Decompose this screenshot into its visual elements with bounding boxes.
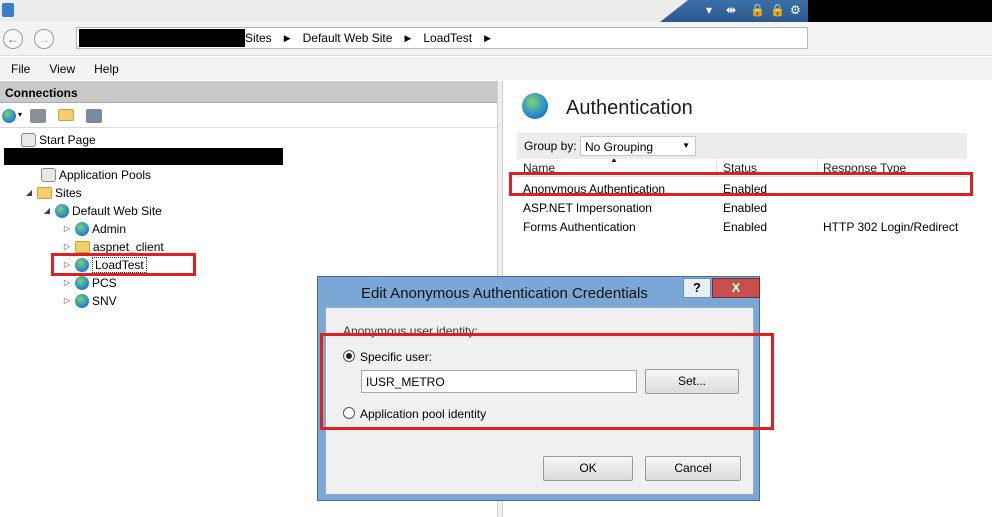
group-by-select[interactable]: No Grouping ▼ xyxy=(580,136,696,156)
table-row[interactable]: ASP.NET Impersonation Enabled xyxy=(517,198,967,217)
tree-admin[interactable]: ▷ Admin xyxy=(62,220,126,237)
close-button[interactable]: X xyxy=(712,278,760,298)
collapsed-icon[interactable]: ▷ xyxy=(62,224,72,233)
network-icon[interactable]: ⇹ xyxy=(726,3,736,17)
chevron-down-icon: ▼ xyxy=(682,141,690,150)
menu-help[interactable]: Help xyxy=(94,62,119,76)
redacted-server-node xyxy=(4,148,283,165)
address-box[interactable]: Sites ▶ Default Web Site ▶ LoadTest ▶ xyxy=(76,27,808,49)
connections-toolbar: ▾ xyxy=(0,104,497,128)
tree-label: Admin xyxy=(92,221,127,236)
group-by-label: Group by: xyxy=(524,139,577,153)
row-status: Enabled xyxy=(723,201,768,215)
app-pools-icon xyxy=(41,167,56,182)
group-by-value: No Grouping xyxy=(585,140,654,154)
sort-ascending-icon: ▲ xyxy=(610,159,618,164)
chevron-right-icon[interactable]: ▶ xyxy=(484,33,491,44)
menu-view[interactable]: View xyxy=(49,62,75,76)
iis-app-icon xyxy=(2,3,14,17)
anonymous-auth-highlight xyxy=(509,172,973,196)
row-status: Enabled xyxy=(723,220,768,234)
collapsed-icon[interactable]: ▷ xyxy=(62,278,72,287)
start-page-icon xyxy=(21,132,36,147)
crumb-sites[interactable]: Sites xyxy=(245,31,272,45)
globe-icon xyxy=(55,203,69,218)
tree-label: Default Web Site xyxy=(72,203,162,218)
chevron-down-icon[interactable]: ▾ xyxy=(18,110,22,119)
lock-icon-2[interactable]: 🔒 xyxy=(770,3,785,17)
dialog-title: Edit Anonymous Authentication Credential… xyxy=(361,285,648,302)
menu-file[interactable]: File xyxy=(11,62,30,76)
crumb-loadtest[interactable]: LoadTest xyxy=(423,31,472,45)
expanded-icon[interactable]: ◢ xyxy=(24,188,34,197)
tree-label: Application Pools xyxy=(59,167,152,182)
globe-icon xyxy=(75,293,89,308)
page-title: Authentication xyxy=(566,97,693,119)
loadtest-highlight xyxy=(51,253,196,276)
authentication-icon xyxy=(522,93,548,119)
collapsed-icon[interactable]: ▷ xyxy=(62,296,72,305)
disconnect-icon[interactable] xyxy=(86,109,102,123)
globe-icon xyxy=(75,221,89,236)
tree-pcs[interactable]: ▷ PCS xyxy=(62,274,117,291)
forward-button[interactable]: → xyxy=(34,29,54,49)
globe-icon xyxy=(75,275,89,290)
title-bar: ▾ ⇹ 🔒 🔒 ⚙ xyxy=(0,0,992,36)
address-bar: ← → Sites ▶ Default Web Site ▶ LoadTest … xyxy=(0,22,992,56)
chevron-right-icon[interactable]: ▶ xyxy=(284,33,291,44)
tree-label: Sites xyxy=(55,185,82,200)
tree-label: SNV xyxy=(92,293,117,308)
back-button[interactable]: ← xyxy=(3,29,23,49)
redacted-server-name xyxy=(79,29,245,47)
help-button[interactable]: ? xyxy=(683,278,711,298)
tree-label: Start Page xyxy=(39,132,96,147)
table-row[interactable]: Forms Authentication Enabled HTTP 302 Lo… xyxy=(517,217,967,236)
tree-default-web-site[interactable]: ◢ Default Web Site xyxy=(42,202,162,219)
chevron-down-icon[interactable]: ▾ xyxy=(706,3,712,17)
row-response: HTTP 302 Login/Redirect xyxy=(823,220,959,234)
lock-icon[interactable]: 🔒 xyxy=(750,3,765,17)
expanded-icon[interactable]: ◢ xyxy=(42,206,52,215)
up-folder-icon[interactable] xyxy=(58,109,74,121)
connect-icon[interactable] xyxy=(2,109,16,123)
collapsed-icon[interactable]: ▷ xyxy=(62,242,72,251)
tree-sites[interactable]: ◢ Sites xyxy=(24,184,82,201)
chevron-right-icon[interactable]: ▶ xyxy=(404,33,411,44)
group-by-bar: Group by: No Grouping ▼ xyxy=(517,133,967,159)
ok-button[interactable]: OK xyxy=(543,456,633,481)
identity-highlight xyxy=(320,333,774,430)
save-icon[interactable] xyxy=(30,109,46,123)
row-name: Forms Authentication xyxy=(523,220,636,234)
cancel-button[interactable]: Cancel xyxy=(645,456,741,481)
tree-application-pools[interactable]: Application Pools xyxy=(28,166,151,183)
tree-snv[interactable]: ▷ SNV xyxy=(62,292,117,309)
settings-icon[interactable]: ⚙ xyxy=(790,3,801,17)
connections-header: Connections xyxy=(0,81,497,103)
tree-start-page[interactable]: Start Page xyxy=(8,131,96,148)
row-name: ASP.NET Impersonation xyxy=(523,201,652,215)
tree-label: PCS xyxy=(92,275,117,290)
crumb-default-web-site[interactable]: Default Web Site xyxy=(303,31,393,45)
window-caption-strip: ▾ ⇹ 🔒 🔒 ⚙ xyxy=(660,0,808,22)
tree-label: aspnet_client xyxy=(93,239,164,254)
menu-bar: File View Help xyxy=(0,57,992,80)
sites-folder-icon xyxy=(37,186,52,199)
folder-icon xyxy=(75,240,90,253)
